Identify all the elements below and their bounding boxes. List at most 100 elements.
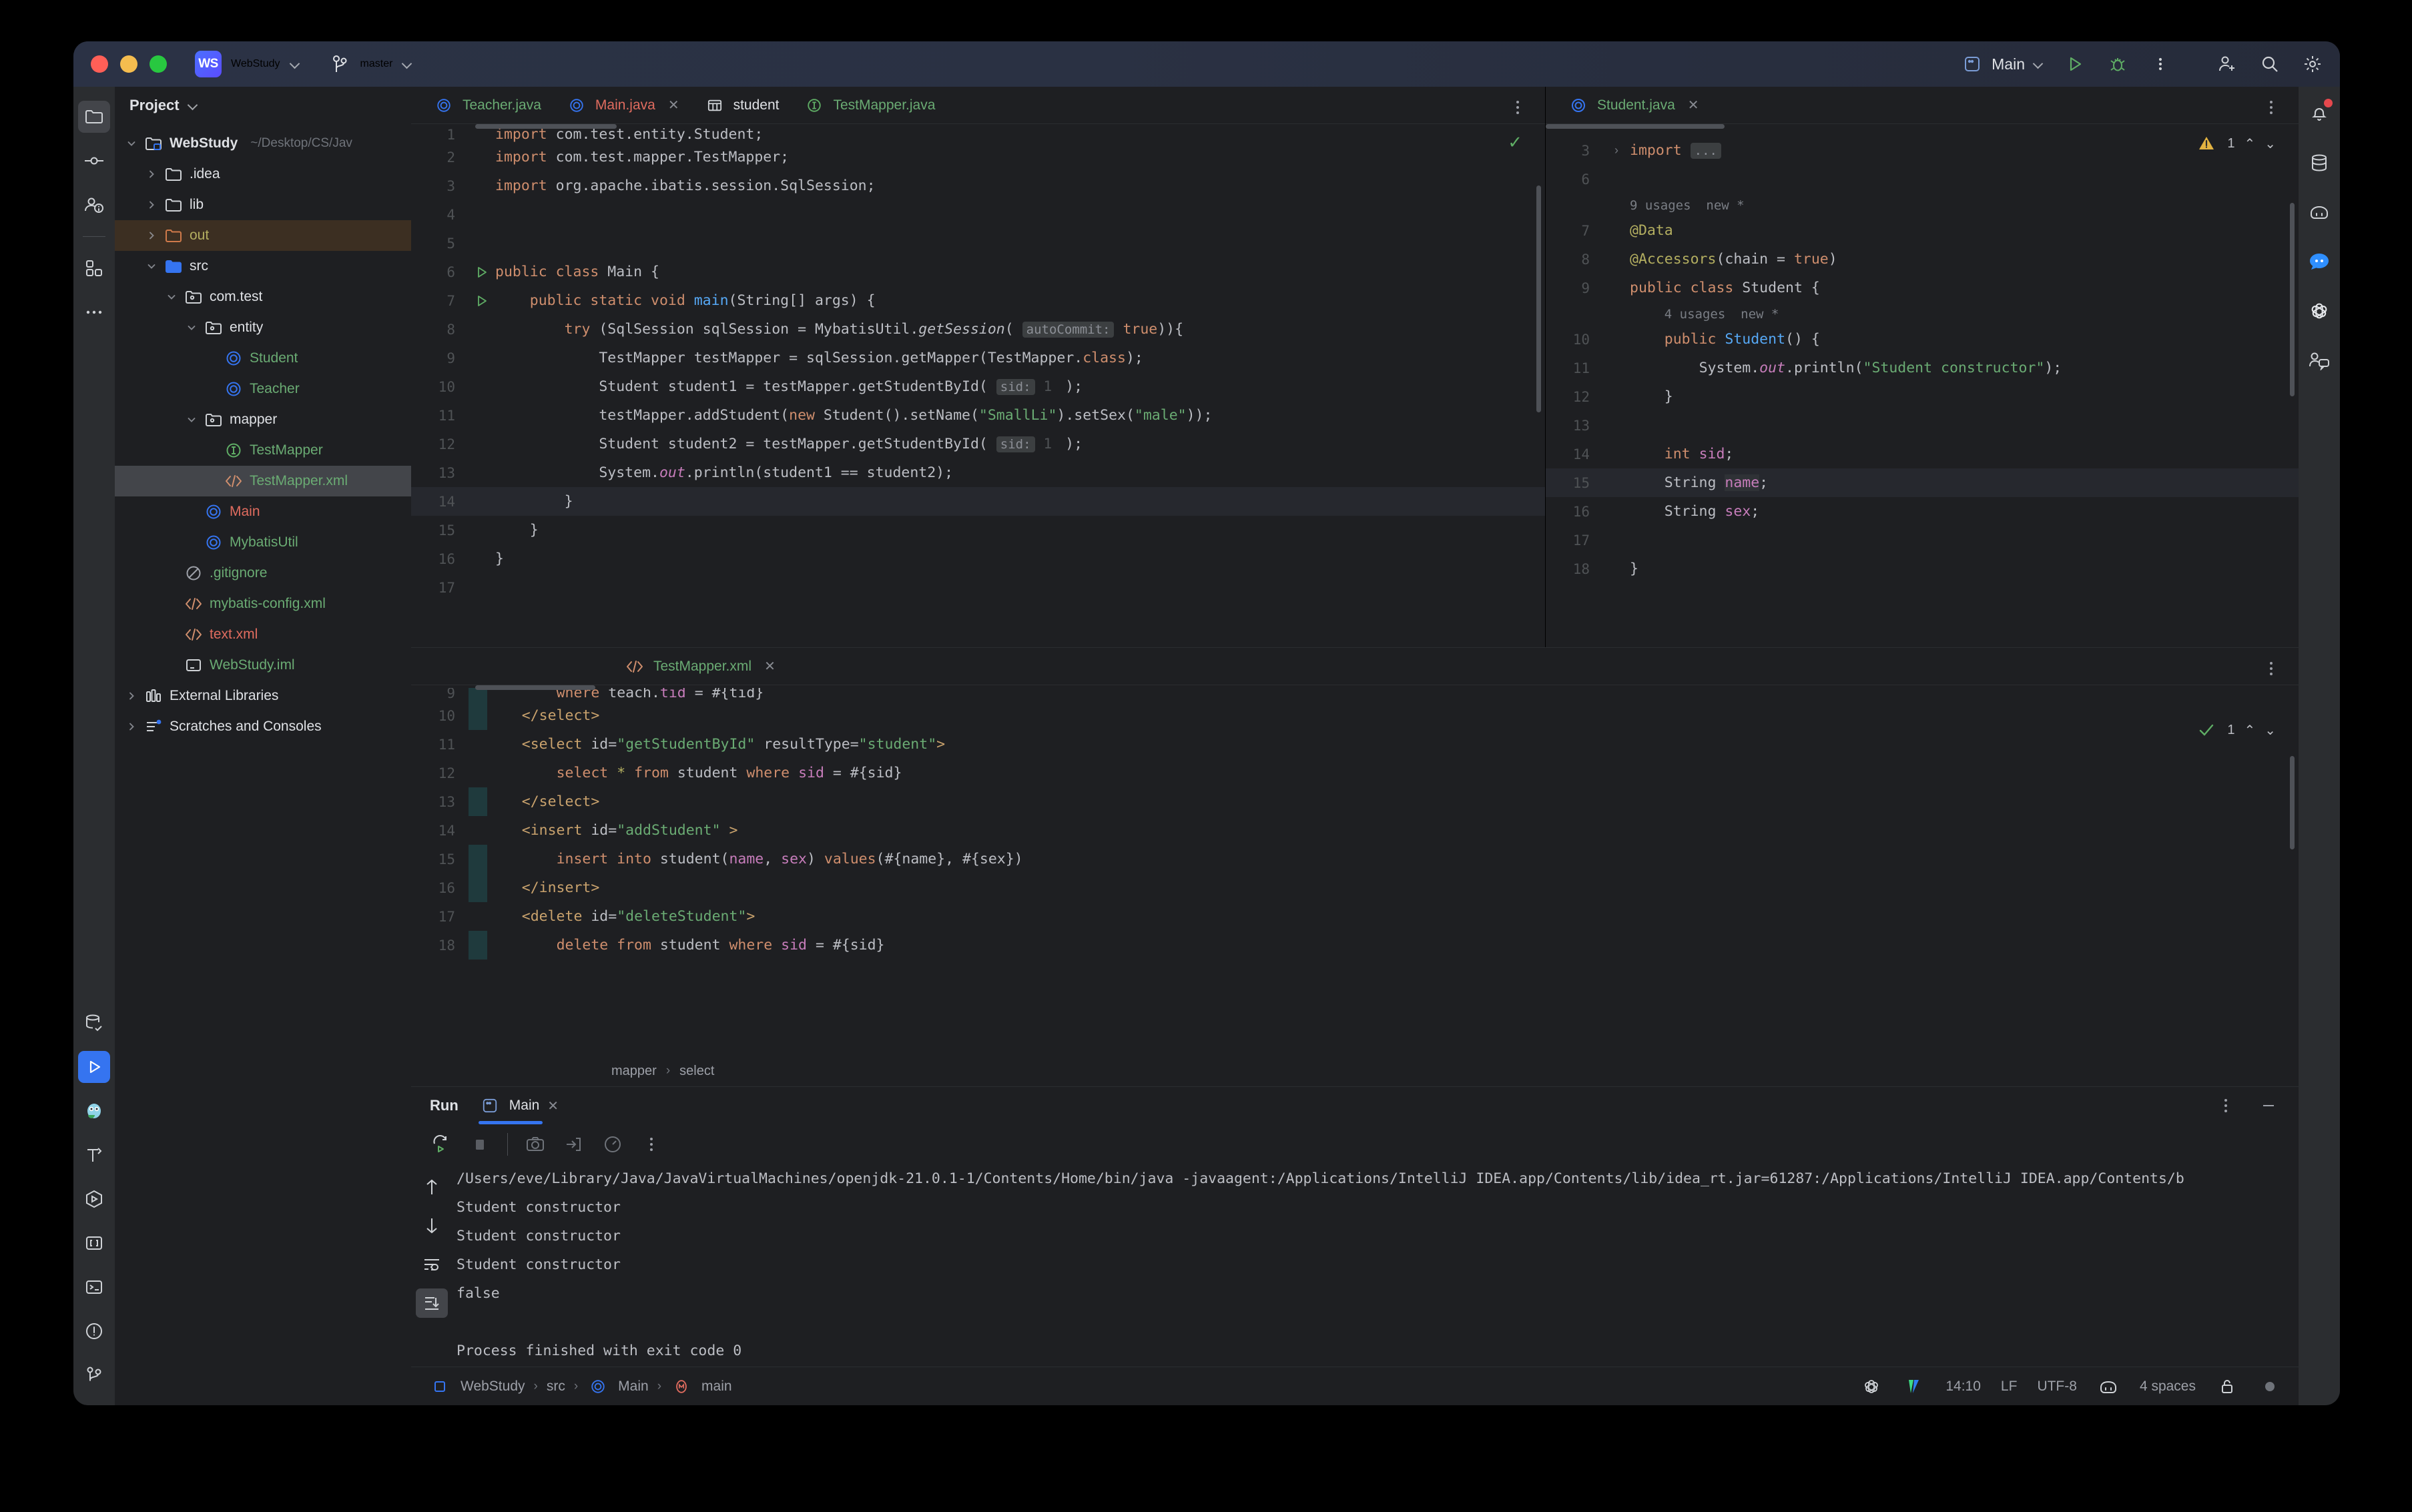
sidebar-item-problems[interactable] bbox=[78, 1315, 110, 1347]
chevron-down-icon[interactable] bbox=[124, 138, 139, 149]
chevron-right-icon[interactable] bbox=[144, 169, 159, 179]
horizontal-scrollbar[interactable] bbox=[475, 685, 595, 690]
sidebar-item-brackets[interactable] bbox=[78, 1227, 110, 1259]
scroll-to-end-button[interactable] bbox=[416, 1288, 448, 1318]
run-button[interactable] bbox=[2064, 53, 2086, 75]
camera-icon[interactable] bbox=[524, 1133, 547, 1156]
tree-item-idea[interactable]: .idea bbox=[115, 159, 411, 190]
previous-problem-icon[interactable]: ⌃ bbox=[2244, 722, 2255, 739]
tab-testmapper-java[interactable]: TestMapper.java bbox=[791, 87, 947, 124]
sidebar-item-run[interactable] bbox=[78, 1051, 110, 1083]
openai-assistant-button[interactable] bbox=[2303, 295, 2335, 327]
close-icon[interactable]: ✕ bbox=[547, 1098, 559, 1114]
chevron-down-icon[interactable] bbox=[164, 292, 179, 302]
notifications-button[interactable] bbox=[2303, 97, 2335, 129]
status-breadcrumb-item[interactable]: main bbox=[701, 1379, 732, 1395]
side-code-area[interactable]: 1 ⌃ ⌄ 3 › import ... 6 9 usages new * 7 @Data 8… bbox=[1546, 124, 2299, 647]
status-breadcrumb[interactable]: WebStudy › src › Main › main bbox=[461, 1375, 732, 1398]
horizontal-scrollbar[interactable] bbox=[1546, 124, 1725, 129]
project-tree[interactable]: WebStudy ~/Desktop/CS/Jav .idea lib out src co… bbox=[115, 124, 411, 1405]
vertical-scrollbar[interactable] bbox=[2290, 203, 2295, 396]
tab-student[interactable]: student bbox=[691, 87, 792, 124]
chat-button[interactable] bbox=[2303, 246, 2335, 278]
rerun-button[interactable] bbox=[430, 1133, 453, 1156]
tree-item-teacher[interactable]: Teacher bbox=[115, 374, 411, 404]
database-button[interactable] bbox=[2303, 147, 2335, 179]
tree-item-lib[interactable]: lib bbox=[115, 190, 411, 220]
stop-button[interactable] bbox=[469, 1133, 491, 1156]
xml-code-area[interactable]: 1 ⌃ ⌄ 9 where teach.tid = #{tid} 10 </sel… bbox=[411, 685, 2299, 1056]
vertical-scrollbar[interactable] bbox=[1536, 185, 1541, 412]
close-icon[interactable]: ✕ bbox=[1688, 97, 1699, 113]
horizontal-scrollbar[interactable] bbox=[475, 124, 617, 129]
project-selector[interactable]: WS WebStudy bbox=[195, 51, 300, 77]
chevron-right-icon[interactable] bbox=[124, 721, 139, 732]
inspection-icon[interactable] bbox=[2258, 1375, 2281, 1398]
tree-item-entity[interactable]: entity bbox=[115, 312, 411, 343]
xml-editor-tabbar[interactable]: TestMapper.xml ✕ bbox=[411, 648, 2299, 685]
line-separator[interactable]: LF bbox=[2001, 1379, 2018, 1395]
chevron-right-icon[interactable] bbox=[124, 691, 139, 701]
status-breadcrumb-item[interactable]: src bbox=[547, 1379, 565, 1395]
tab-teacher-java[interactable]: Teacher.java bbox=[420, 87, 553, 124]
sidebar-item-commit[interactable] bbox=[78, 145, 110, 177]
run-configuration-selector[interactable]: Main bbox=[1961, 53, 2044, 75]
status-breadcrumb-item[interactable]: WebStudy bbox=[461, 1379, 525, 1395]
side-editor-options-kebab-icon[interactable] bbox=[2260, 96, 2283, 119]
chevron-down-icon[interactable] bbox=[144, 261, 159, 272]
indent-setting[interactable]: 4 spaces bbox=[2140, 1379, 2196, 1395]
code-with-me-rail-button[interactable] bbox=[2303, 344, 2335, 376]
tree-item-testmapper[interactable]: TestMapper bbox=[115, 435, 411, 466]
scroll-down-button[interactable] bbox=[416, 1211, 448, 1240]
xml-inspection-widget[interactable]: 1 ⌃ ⌄ bbox=[2195, 719, 2276, 741]
tree-item-com-test[interactable]: com.test bbox=[115, 282, 411, 312]
lock-icon[interactable] bbox=[2216, 1375, 2238, 1398]
breadcrumb-item[interactable]: select bbox=[679, 1064, 714, 1079]
scroll-up-button[interactable] bbox=[416, 1172, 448, 1202]
tree-item-main[interactable]: Main bbox=[115, 496, 411, 527]
close-window-button[interactable] bbox=[91, 55, 108, 73]
tree-item-webstudy[interactable]: WebStudy ~/Desktop/CS/Jav bbox=[115, 128, 411, 159]
tree-item-external-libraries[interactable]: External Libraries bbox=[115, 681, 411, 711]
vertical-scrollbar[interactable] bbox=[2290, 756, 2295, 849]
maximize-window-button[interactable] bbox=[149, 55, 167, 73]
chevron-right-icon[interactable] bbox=[144, 200, 159, 210]
tree-item-mybatis-config-xml[interactable]: mybatis-config.xml bbox=[115, 589, 411, 619]
sidebar-item-pull-requests[interactable] bbox=[78, 189, 110, 221]
next-problem-icon[interactable]: ⌄ bbox=[2265, 722, 2276, 739]
chevron-right-icon[interactable] bbox=[144, 230, 159, 241]
next-problem-icon[interactable]: ⌄ bbox=[2265, 135, 2276, 152]
copilot-button[interactable] bbox=[2303, 196, 2335, 228]
xml-editor-options-kebab-icon[interactable] bbox=[2260, 657, 2283, 680]
chevron-down-icon[interactable] bbox=[184, 322, 199, 333]
main-editor-tabbar[interactable]: Teacher.java Main.java ✕ student TestMapper.… bbox=[411, 87, 1545, 124]
caret-position[interactable]: 14:10 bbox=[1945, 1379, 1981, 1395]
side-editor-tabbar[interactable]: Student.java ✕ bbox=[1546, 87, 2299, 124]
sidebar-item-services[interactable] bbox=[78, 1183, 110, 1215]
tab-student-java[interactable]: Student.java ✕ bbox=[1555, 87, 1711, 124]
editor-options-kebab-icon[interactable] bbox=[1506, 96, 1529, 119]
more-actions-button[interactable] bbox=[2149, 53, 2172, 75]
soft-wrap-button[interactable] bbox=[416, 1250, 448, 1279]
sidebar-item-git[interactable] bbox=[78, 1359, 110, 1391]
minimize-panel-button[interactable] bbox=[2257, 1094, 2280, 1117]
gear-icon[interactable] bbox=[2301, 53, 2324, 75]
vpn-icon[interactable] bbox=[1903, 1375, 1925, 1398]
sidebar-item-build[interactable] bbox=[78, 1139, 110, 1171]
sidebar-item-structure[interactable] bbox=[78, 252, 110, 284]
chevron-down-icon[interactable] bbox=[184, 414, 199, 425]
tree-item-scratches-and-consoles[interactable]: Scratches and Consoles bbox=[115, 711, 411, 742]
copilot-icon[interactable] bbox=[2097, 1375, 2120, 1398]
sidebar-item-owl-assistant[interactable] bbox=[78, 1095, 110, 1127]
code-with-me-button[interactable] bbox=[2216, 53, 2238, 75]
tab-testmapper-xml[interactable]: TestMapper.xml ✕ bbox=[611, 648, 788, 685]
close-icon[interactable]: ✕ bbox=[668, 97, 679, 113]
tree-item-student[interactable]: Student bbox=[115, 343, 411, 374]
project-panel-header[interactable]: Project bbox=[115, 87, 411, 124]
xml-breadcrumb[interactable]: mapper › select bbox=[411, 1056, 2299, 1086]
debug-button[interactable] bbox=[2106, 53, 2129, 75]
tree-item-text-xml[interactable]: text.xml bbox=[115, 619, 411, 650]
run-gutter-icon[interactable] bbox=[469, 294, 495, 308]
file-encoding[interactable]: UTF-8 bbox=[2037, 1379, 2077, 1395]
tree-item-gitignore[interactable]: .gitignore bbox=[115, 558, 411, 589]
